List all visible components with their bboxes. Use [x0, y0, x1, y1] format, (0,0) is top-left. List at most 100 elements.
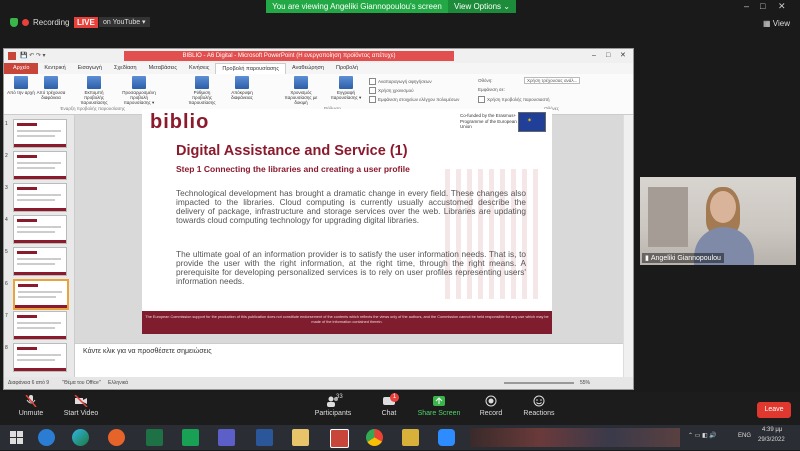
use-timings-checkbox[interactable]: Χρήση χρονισμού: [369, 87, 414, 94]
tab-home[interactable]: Κεντρική: [38, 63, 71, 74]
slide-thumbnail-selected[interactable]: [13, 279, 69, 310]
start-video-button[interactable]: Start Video: [56, 395, 106, 417]
show-media-controls-checkbox[interactable]: Εμφάνιση στοιχείων ελέγχου πολυμέσων: [369, 96, 459, 103]
ppt-maximize-icon[interactable]: □: [606, 49, 610, 63]
setup-slideshow-button[interactable]: Ρύθμιση προβολής παρουσίασης: [184, 76, 220, 105]
status-bar: Διαφάνεια 6 από 9 "Θέμα του Office" Ελλη…: [4, 377, 633, 389]
view-label: View: [772, 19, 790, 28]
zoom-slider[interactable]: [504, 382, 574, 384]
close-icon[interactable]: ✕: [778, 1, 786, 12]
tab-slide-show[interactable]: Προβολή παρουσίασης: [215, 63, 287, 74]
recording-indicator[interactable]: Recording: [10, 18, 69, 27]
broadcast-icon: [87, 76, 101, 89]
windows-start-icon[interactable]: [8, 429, 25, 446]
share-banner-text: You are viewing Angeliki Giannopoulou's …: [272, 2, 442, 11]
quick-access-icons[interactable]: 💾 ↶ ↷ ▾: [20, 49, 46, 63]
rehearse-timings-button[interactable]: Χρονισμός παρουσίασης με δοκιμή: [278, 76, 324, 105]
ppt-minimize-icon[interactable]: –: [592, 49, 596, 63]
group-label-start: Έναρξη προβολής παρουσίασης: [60, 106, 126, 111]
file-explorer-icon[interactable]: [292, 429, 309, 446]
biblio-logo: biblio: [150, 111, 210, 133]
participant-video-tile[interactable]: ▮ Angeliki Giannopoulou: [640, 177, 796, 265]
chat-button[interactable]: Chat: [364, 395, 414, 417]
audio-level-icon: ▮: [645, 255, 649, 262]
record-slideshow-button[interactable]: Εγγραφή παρουσίασης ▾: [326, 76, 366, 101]
slide-counter: Διαφάνεια 6 από 9: [8, 380, 50, 386]
slide-footer-disclaimer: The European Commission support for the …: [142, 311, 552, 334]
unmute-button[interactable]: Unmute: [6, 395, 56, 417]
share-screen-button[interactable]: Share Screen: [414, 395, 464, 417]
view-options-button[interactable]: View Options ⌄: [448, 0, 516, 13]
language-indicator: Ελληνικά: [108, 380, 129, 386]
tab-review[interactable]: Αναθεώρηση: [286, 63, 330, 74]
slide-thumbnail[interactable]: [13, 343, 67, 372]
hide-slide-icon: [235, 76, 249, 89]
tab-insert[interactable]: Εισαγωγή: [72, 63, 108, 74]
minimize-icon[interactable]: –: [744, 1, 749, 11]
excel-icon[interactable]: [146, 429, 163, 446]
monitor-label: Οθόνη:: [478, 78, 493, 83]
tab-design[interactable]: Σχεδίαση: [108, 63, 143, 74]
tab-animations[interactable]: Κινήσεις: [183, 63, 215, 74]
presenter-view-checkbox[interactable]: Χρήση προβολής παρουσιαστή: [478, 96, 550, 103]
broadcast-slideshow-button[interactable]: Εκπομπή προβολής παρουσίασης: [76, 76, 112, 105]
word-icon[interactable]: [256, 429, 273, 446]
slide-thumbnail[interactable]: [13, 311, 67, 340]
zoom-level: 55%: [580, 380, 591, 386]
trophy-app-icon[interactable]: [402, 429, 419, 446]
notes-pane[interactable]: Κάντε κλικ για να προσθέσετε σημειώσεις: [75, 343, 623, 377]
slide-thumbnail[interactable]: [13, 151, 67, 180]
tab-view[interactable]: Προβολή: [330, 63, 364, 74]
show-on-label: Εμφάνιση σε:: [478, 87, 505, 92]
record-button[interactable]: Record: [466, 395, 516, 417]
record-icon: [485, 395, 497, 407]
slide-thumbnails-pane: 1 2 3 4 5 6 7 8: [4, 115, 75, 377]
share-screen-icon: [433, 396, 445, 406]
share-banner: You are viewing Angeliki Giannopoulou's …: [266, 0, 516, 13]
rehearse-icon: [294, 76, 308, 89]
powerpoint-taskbar-icon[interactable]: [330, 429, 349, 448]
zoom-toolbar: Unmute Start Video Participants 33 Chat …: [0, 392, 800, 425]
edge-icon[interactable]: [72, 429, 89, 446]
slide-thumbnail[interactable]: [13, 247, 67, 276]
slide-thumbnail[interactable]: [13, 119, 67, 148]
reactions-button[interactable]: Reactions: [514, 395, 564, 417]
tab-transitions[interactable]: Μεταβάσεις: [143, 63, 183, 74]
internet-explorer-icon[interactable]: [38, 429, 55, 446]
from-beginning-button[interactable]: Από την αρχή: [6, 76, 36, 95]
monitor-select[interactable]: Χρήση τρέχουσας ανάλ...: [524, 77, 581, 84]
teams-icon[interactable]: [218, 429, 235, 446]
background-shelf: [648, 187, 688, 247]
custom-slideshow-button[interactable]: Προσαρμοσμένη προβολή παρουσίασης ▾: [116, 76, 162, 106]
microphone-muted-icon: [25, 395, 37, 407]
slide-thumbnail[interactable]: [13, 183, 67, 212]
ppt-close-icon[interactable]: ✕: [620, 49, 626, 63]
spreadsheet-icon[interactable]: [182, 429, 199, 446]
slide-paragraph-1: Technological development has brought a …: [176, 188, 526, 225]
maximize-icon[interactable]: □: [760, 1, 765, 11]
leave-button[interactable]: Leave: [757, 402, 791, 418]
participants-button[interactable]: Participants: [308, 395, 358, 417]
hide-slide-button[interactable]: Απόκρυψη διαφάνειας: [224, 76, 260, 100]
thumb-number: 6: [5, 281, 8, 287]
language-indicator-tray[interactable]: ENG: [738, 433, 751, 439]
slideshow-current-icon: [44, 76, 58, 89]
vertical-scrollbar[interactable]: [623, 115, 633, 385]
play-narrations-checkbox[interactable]: Αναπαραγωγή αφηγήσεων: [369, 78, 432, 85]
firefox-icon[interactable]: [108, 429, 125, 446]
thumb-number: 3: [5, 185, 8, 191]
taskbar-date[interactable]: 29/3/2022: [758, 437, 785, 443]
chrome-icon[interactable]: [366, 429, 383, 446]
taskbar-time[interactable]: 4:39 μμ: [762, 427, 782, 433]
youtube-stream-dropdown[interactable]: on YouTube ▾: [99, 17, 150, 27]
tray-icons[interactable]: ⌃ ▭ ◧ 🔊: [688, 432, 717, 439]
tab-file[interactable]: Αρχείο: [4, 63, 39, 74]
from-current-button[interactable]: Από τρέχουσα διαφάνεια: [36, 76, 66, 100]
recording-dot-icon: [22, 19, 29, 26]
slide-thumbnail[interactable]: [13, 215, 67, 244]
slideshow-start-icon: [14, 76, 28, 89]
view-button[interactable]: ▦ View: [763, 19, 790, 28]
zoom-taskbar-icon[interactable]: [438, 429, 455, 446]
participants-count: 33: [336, 394, 343, 400]
slide-canvas[interactable]: biblio Co-funded by the Erasmus+ Program…: [142, 109, 552, 334]
